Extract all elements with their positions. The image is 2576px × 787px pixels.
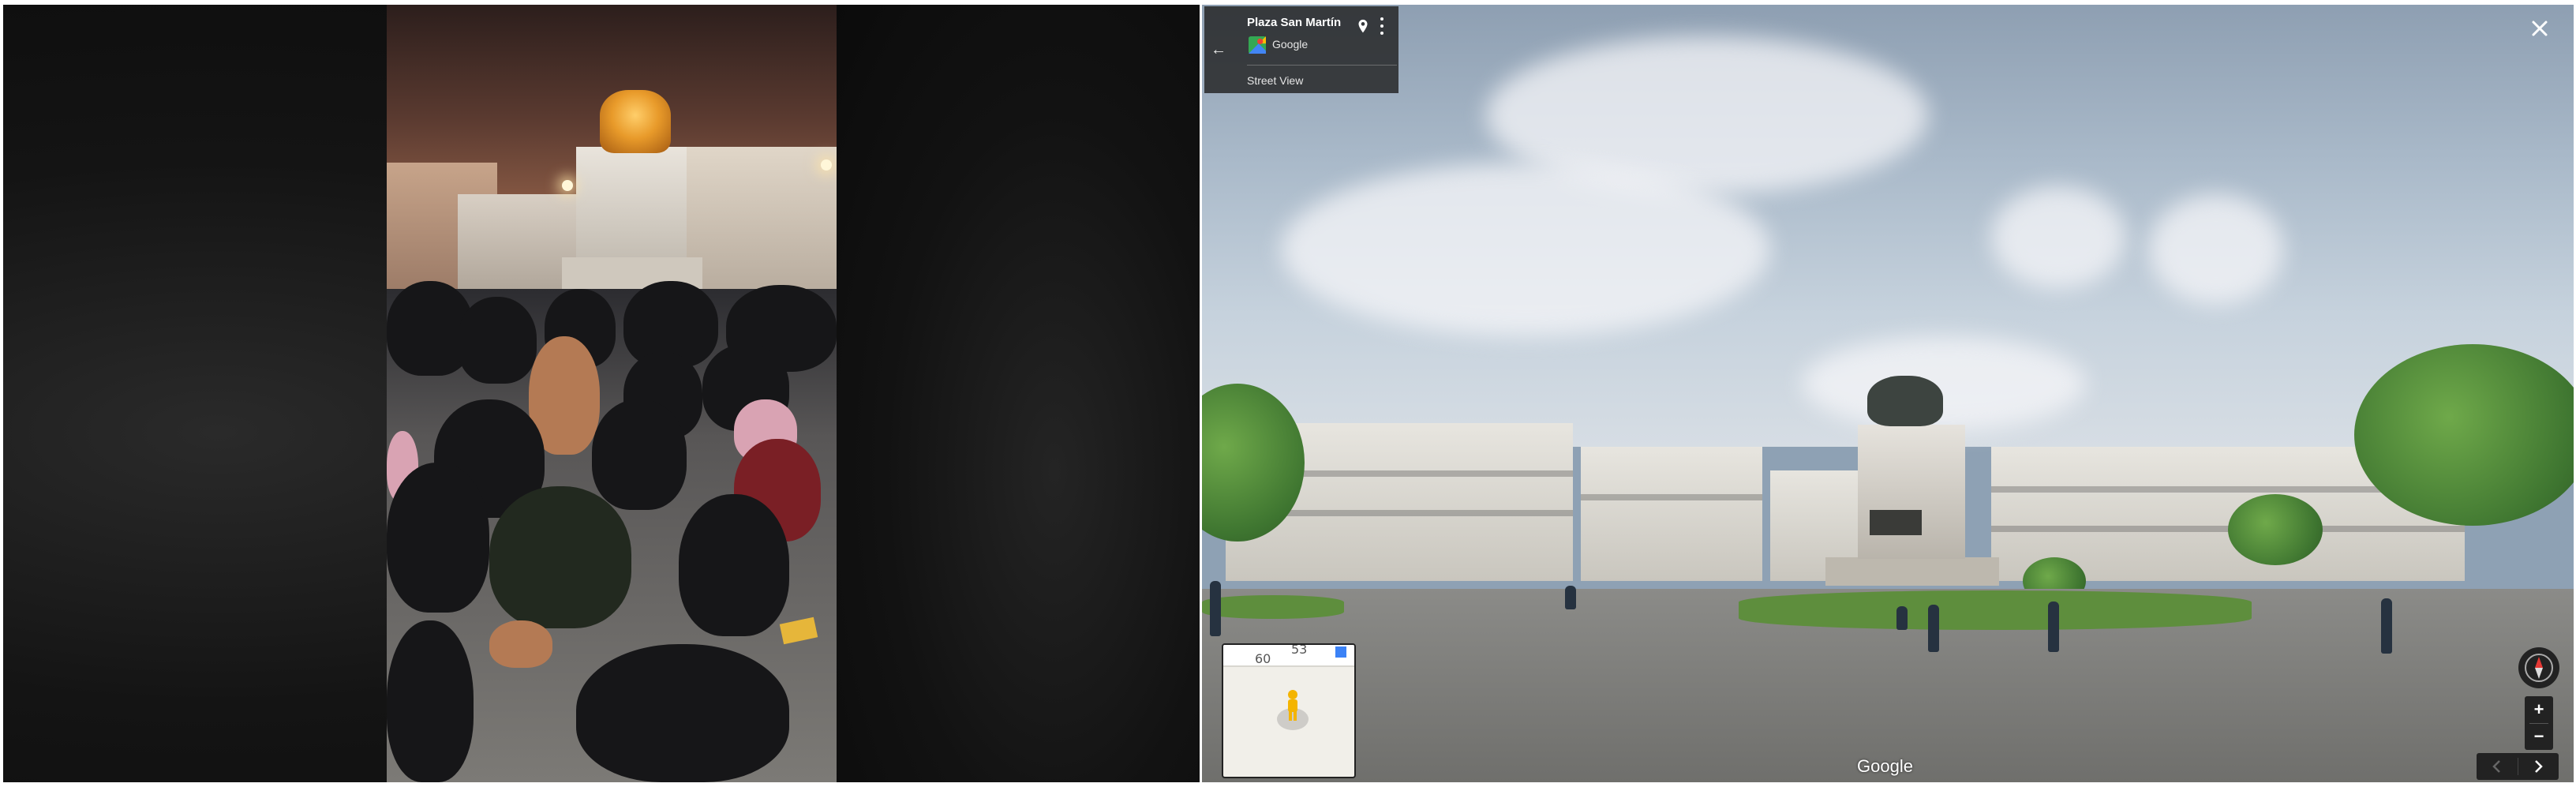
- kneeling-person: [387, 463, 489, 613]
- close-button[interactable]: [2525, 14, 2554, 43]
- road-label: 53: [1291, 643, 1308, 657]
- monument-plaque: [1870, 510, 1922, 535]
- zoom-out-button[interactable]: −: [2525, 724, 2553, 749]
- pedestrian: [1565, 586, 1576, 609]
- previous-button[interactable]: [2477, 753, 2518, 780]
- illuminated-statue: [600, 90, 671, 153]
- building-right: [687, 147, 837, 289]
- place-title: Plaza San Martín: [1247, 16, 1342, 29]
- compass-icon: [2525, 654, 2553, 682]
- colonial-building: [1581, 447, 1762, 581]
- location-info-card: ← Plaza San Martín Google Street View: [1204, 6, 1398, 93]
- navigation-arrows: [2477, 753, 2559, 780]
- street-light: [821, 159, 832, 171]
- kneeling-person: [489, 620, 552, 668]
- street-view-link[interactable]: Street View: [1247, 74, 1303, 87]
- kneeling-person: [576, 644, 789, 782]
- kneeling-person: [592, 399, 687, 510]
- mini-map[interactable]: 60 53: [1222, 643, 1356, 778]
- kneeling-person: [489, 486, 631, 628]
- monument-pedestal: [1858, 425, 1965, 559]
- grass-patch: [1202, 595, 1344, 619]
- divider: [1247, 65, 1397, 66]
- chevron-right-icon: [2535, 760, 2543, 773]
- back-button[interactable]: ←: [1204, 6, 1233, 93]
- cloud: [2149, 194, 2283, 305]
- arrow-left-icon: ←: [1211, 40, 1226, 58]
- map-marker: [1334, 645, 1348, 659]
- window-row: [1581, 494, 1762, 500]
- cloud: [1802, 336, 2086, 431]
- chevron-left-icon: [2492, 760, 2500, 773]
- monument-base: [1825, 557, 1999, 586]
- cloud: [1281, 163, 1770, 336]
- kneeling-person: [458, 297, 537, 384]
- zoom-controls: + −: [2525, 696, 2553, 750]
- pedestrian: [2048, 601, 2059, 652]
- close-icon: [2532, 21, 2548, 36]
- video-frame: [387, 5, 837, 782]
- pedestrian: [1928, 605, 1939, 652]
- tree: [2228, 494, 2323, 565]
- equestrian-statue: [1867, 376, 1943, 426]
- compass-button[interactable]: [2518, 647, 2559, 688]
- map-pin-icon[interactable]: [1354, 17, 1372, 36]
- cloud: [1991, 186, 2125, 289]
- street-light: [562, 180, 573, 191]
- next-button[interactable]: [2518, 753, 2559, 780]
- pedestrian: [1210, 581, 1221, 636]
- pedestrian: [1896, 606, 1908, 630]
- provider-label: Google: [1272, 38, 1309, 51]
- kneeling-person: [679, 494, 789, 636]
- street-view-panorama[interactable]: [1202, 5, 2574, 782]
- video-panel: [3, 5, 1200, 782]
- kneeling-person: [387, 620, 474, 782]
- road-label: 60: [1255, 651, 1271, 666]
- pegman-icon[interactable]: [1285, 689, 1301, 724]
- google-maps-icon: [1249, 36, 1266, 54]
- google-watermark: Google: [1857, 756, 1913, 776]
- more-vert-icon[interactable]: [1376, 16, 1387, 36]
- grass-patch: [1739, 590, 2252, 630]
- zoom-in-button[interactable]: +: [2525, 697, 2553, 722]
- pedestrian: [2381, 598, 2392, 654]
